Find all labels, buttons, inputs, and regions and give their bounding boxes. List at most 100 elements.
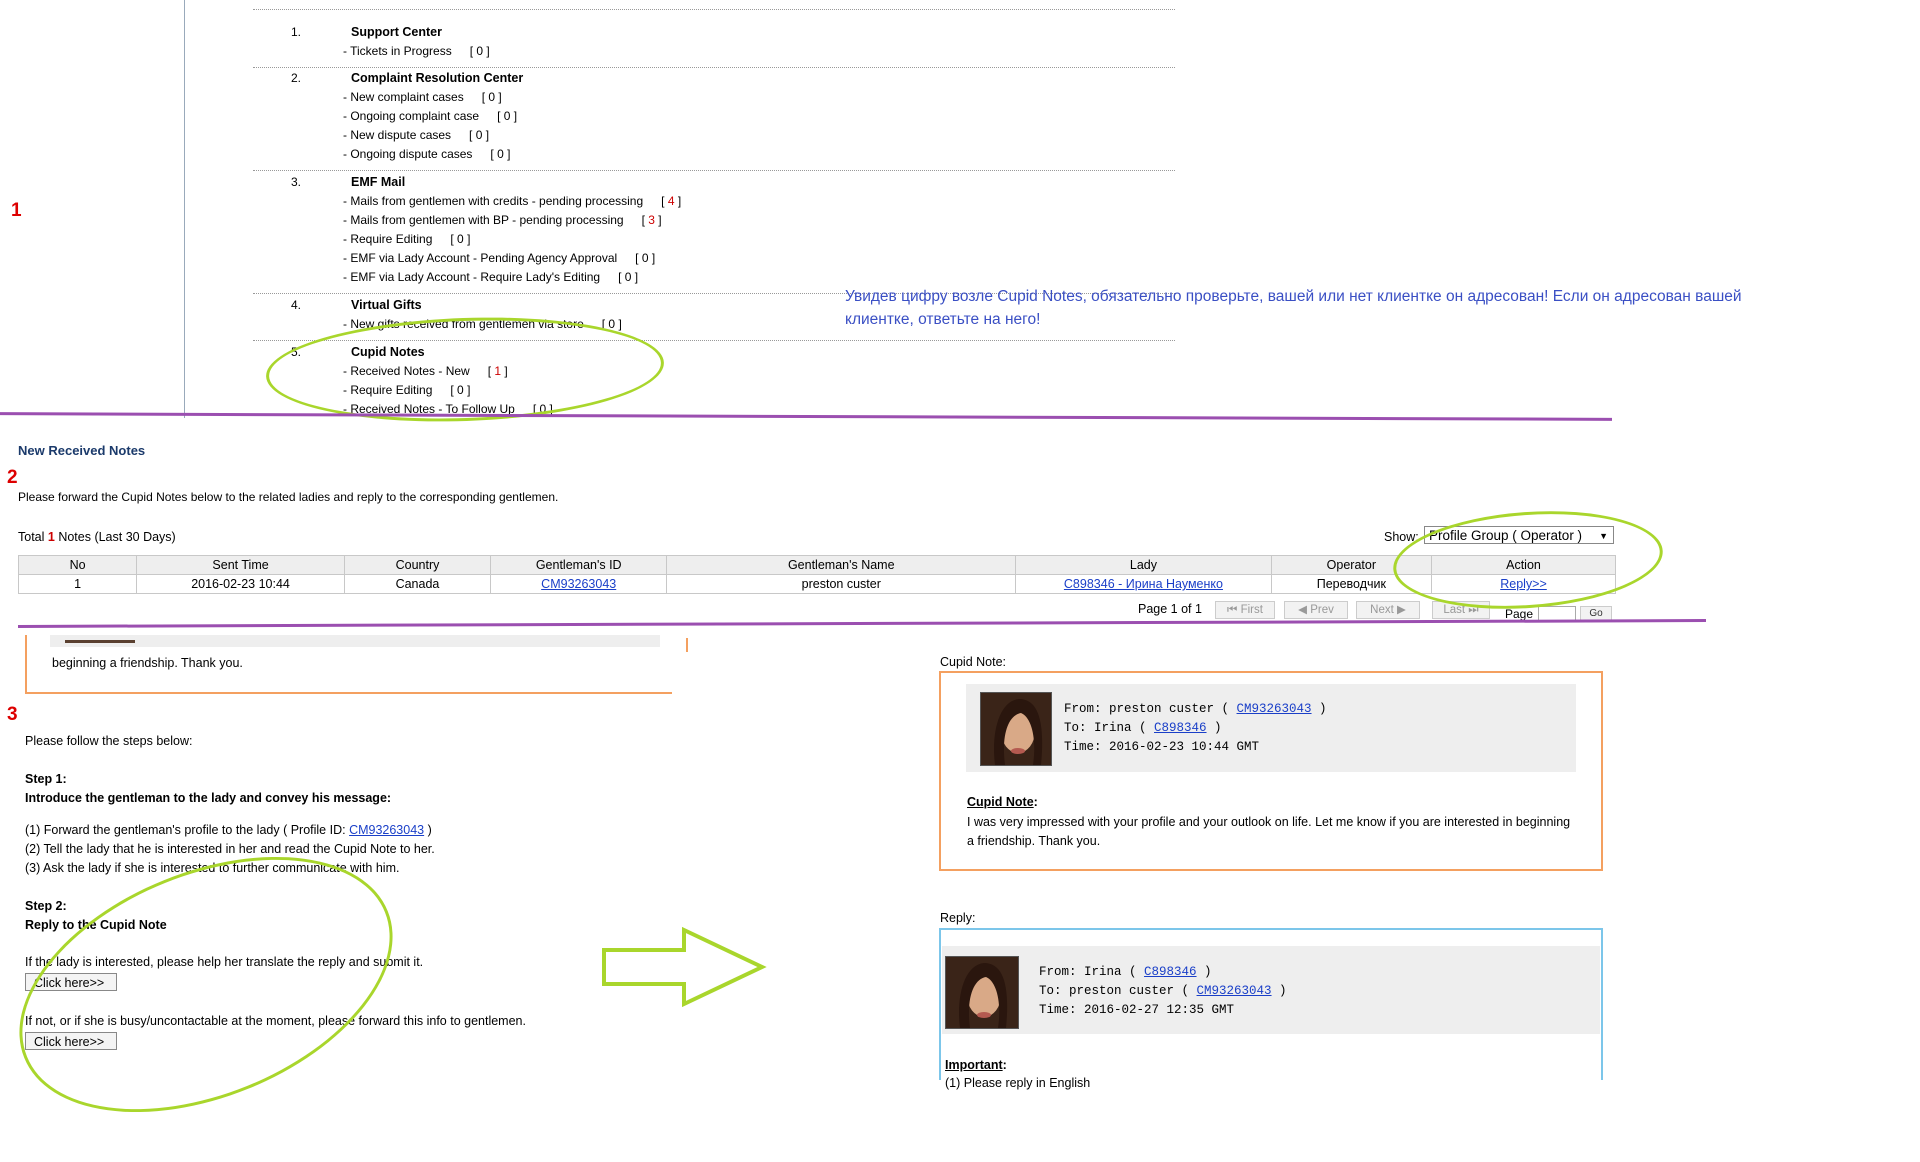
- note-header-bar: [966, 684, 1576, 772]
- counter-number: 4: [667, 194, 675, 208]
- column-header: Gentleman's ID: [490, 555, 668, 575]
- group-number: 3.: [291, 175, 302, 189]
- cell-gentleman-name: preston custer: [666, 574, 1017, 594]
- counter-item[interactable]: - Ongoing complaint case [ 0 ]: [343, 109, 517, 123]
- counter-value: [ 4 ]: [661, 194, 682, 208]
- cell-gentleman-id: CM93263043: [490, 574, 668, 594]
- section-marker-2: 2: [7, 467, 18, 488]
- group-title: Virtual Gifts: [351, 298, 422, 312]
- reply-to-id-link[interactable]: CM93263043: [1197, 984, 1272, 998]
- counter-label: - EMF via Lady Account - Require Lady's …: [343, 270, 601, 284]
- prev-page-button[interactable]: ◀ Prev: [1284, 601, 1348, 619]
- reply-to-pre: To: preston custer (: [1039, 984, 1197, 998]
- column-header: Sent Time: [136, 555, 345, 575]
- previous-avatar-strip: [65, 640, 135, 643]
- total-notes: Total 1 Notes (Last 30 Days): [18, 530, 176, 544]
- table-header-row: No Sent Time Country Gentleman's ID Gentlema…: [17, 555, 1616, 575]
- important-heading-colon: :: [1002, 1058, 1007, 1072]
- arrow-right-icon: [602, 926, 767, 1008]
- counter-value: [ 0 ]: [450, 232, 471, 246]
- counter-item[interactable]: - Ongoing dispute cases [ 0 ]: [343, 147, 510, 161]
- previous-note-bar: [50, 635, 660, 647]
- counter-item[interactable]: - EMF via Lady Account - Require Lady's …: [343, 270, 638, 284]
- divider-line-1: [0, 412, 1613, 421]
- group-number: 4.: [291, 298, 302, 312]
- first-page-button[interactable]: ⏮ First: [1215, 601, 1275, 619]
- group-number: 2.: [291, 71, 302, 85]
- table-row: 1 2016-02-23 10:44 Canada CM93263043 preston…: [17, 574, 1616, 594]
- important-heading-text: Important: [945, 1058, 1003, 1072]
- counter-label: - New dispute cases: [343, 128, 452, 142]
- counter-label: - Mails from gentlemen with credits - pe…: [343, 194, 644, 208]
- total-prefix: Total: [18, 530, 48, 544]
- profile-id-link[interactable]: CM93263043: [349, 823, 424, 837]
- note-from-pre: From: preston custer (: [1064, 702, 1237, 716]
- step1-line1-post: ): [424, 823, 432, 837]
- counter-label: - New complaint cases: [343, 90, 464, 104]
- total-count: 1: [47, 530, 55, 544]
- counter-item[interactable]: - EMF via Lady Account - Pending Agency …: [343, 251, 655, 265]
- counter-value: [ 0 ]: [497, 109, 518, 123]
- step1-line2: (2) Tell the lady that he is interested …: [25, 842, 435, 856]
- total-suffix: Notes (Last 30 Days): [54, 530, 176, 544]
- counter-item[interactable]: - Require Editing [ 0 ]: [343, 232, 470, 246]
- counter-item[interactable]: - New dispute cases [ 0 ]: [343, 128, 489, 142]
- left-border-line: [184, 0, 185, 418]
- avatar: [980, 692, 1052, 766]
- group-title: EMF Mail: [351, 175, 406, 189]
- reply-avatar: [945, 956, 1019, 1029]
- group-title: Support Center: [351, 25, 442, 39]
- counter-label: - Ongoing complaint case: [343, 109, 480, 123]
- notes-table: No Sent Time Country Gentleman's ID Gentlema…: [17, 555, 1616, 594]
- reply-from-post: ): [1196, 965, 1212, 979]
- counter-label: - Ongoing dispute cases: [343, 147, 473, 161]
- note-heading-colon: :: [1033, 795, 1038, 809]
- column-header: Country: [343, 555, 492, 575]
- note-time: Time: 2016-02-23 10:44 GMT: [1064, 740, 1260, 754]
- pager-text: Page 1 of 1: [1138, 602, 1202, 616]
- previous-orange-tick: [686, 638, 688, 652]
- reply-from-pre: From: Irina (: [1039, 965, 1145, 979]
- top-dotted-line: [253, 9, 1175, 10]
- note-body: I was very impressed with your profile a…: [967, 815, 1571, 848]
- follow-steps-text: Please follow the steps below:: [25, 734, 193, 748]
- cell-no: 1: [17, 574, 138, 594]
- note-to: To: Irina ( C898346 ): [1064, 721, 1222, 735]
- counter-item[interactable]: - New complaint cases [ 0 ]: [343, 90, 502, 104]
- cell-sent-time: 2016-02-23 10:44: [136, 574, 345, 594]
- step1-line1: (1) Forward the gentleman's profile to t…: [25, 823, 432, 837]
- note-to-id-link[interactable]: C898346: [1154, 721, 1207, 735]
- step1-title: Step 1:: [25, 772, 67, 786]
- note-heading-text: Cupid Note: [967, 795, 1034, 809]
- next-page-button[interactable]: Next ▶: [1356, 601, 1420, 619]
- counter-label: - Require Editing: [343, 232, 433, 246]
- reply-from: From: Irina ( C898346 ): [1039, 965, 1212, 979]
- counter-value: [ 0 ]: [490, 147, 511, 161]
- counter-value: [ 0 ]: [618, 270, 639, 284]
- counter-value: [ 3 ]: [641, 213, 662, 227]
- reply-from-id-link[interactable]: C898346: [1144, 965, 1197, 979]
- instruction-text: Please forward the Cupid Notes below to …: [18, 490, 559, 504]
- lady-link[interactable]: C898346 - Ирина Науменко: [1064, 577, 1223, 591]
- column-header: No: [17, 555, 138, 575]
- section-heading: New Received Notes: [18, 443, 146, 458]
- previous-note-tail: beginning a friendship. Thank you.: [52, 656, 243, 670]
- section-marker-1: 1: [11, 200, 22, 221]
- counter-item[interactable]: - Tickets in Progress [ 0 ]: [343, 44, 490, 58]
- cupid-note-label: Cupid Note:: [940, 655, 1007, 669]
- gentleman-id-link[interactable]: CM93263043: [541, 577, 616, 591]
- counter-value: [ 0 ]: [481, 90, 502, 104]
- counter-item[interactable]: - Mails from gentlemen with BP - pending…: [343, 213, 662, 227]
- counter-value: [ 0 ]: [469, 128, 490, 142]
- highlight-ellipse-cupid-notes: [264, 311, 666, 428]
- reply-to: To: preston custer ( CM93263043 ): [1039, 984, 1287, 998]
- counter-label: - Tickets in Progress: [343, 44, 452, 58]
- step1-subtitle: Introduce the gentleman to the lady and …: [25, 791, 392, 805]
- step2-title: Step 2:: [25, 899, 67, 913]
- note-from-post: ): [1311, 702, 1327, 716]
- dotted-separator: [253, 67, 1175, 68]
- reply-to-post: ): [1271, 984, 1287, 998]
- counter-item[interactable]: - Mails from gentlemen with credits - pe…: [343, 194, 681, 208]
- note-from-id-link[interactable]: CM93263043: [1237, 702, 1312, 716]
- group-number: 1.: [291, 25, 302, 39]
